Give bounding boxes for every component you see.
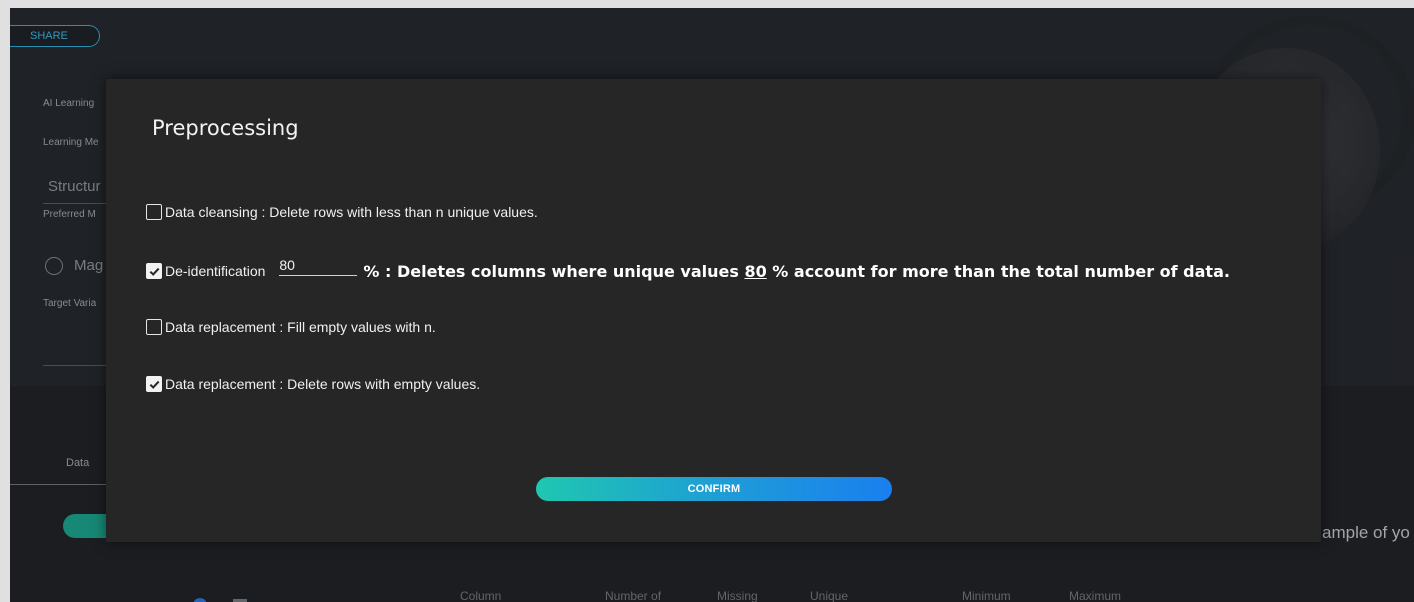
option-delete-empty-rows[interactable]: Data replacement : Delete rows with empt… — [146, 376, 480, 392]
checkbox-delete-empty-rows[interactable] — [146, 376, 162, 392]
check-icon — [149, 380, 159, 389]
option-de-identification: De-identification % : Deletes columns wh… — [146, 256, 1230, 281]
option-label: Data replacement : Delete rows with empt… — [165, 376, 481, 392]
checkbox-de-identification[interactable] — [146, 263, 162, 279]
de-identification-description: % : Deletes columns where unique values … — [363, 262, 1230, 281]
dialog-title: Preprocessing — [152, 116, 299, 140]
checkbox-data-cleansing[interactable] — [146, 204, 162, 220]
desc-prefix: % : Deletes columns where unique values — [363, 261, 745, 281]
preprocessing-dialog: Preprocessing Data cleansing : Delete ro… — [106, 79, 1321, 542]
option-label: De-identification — [165, 263, 266, 279]
desc-value: 80 — [744, 261, 767, 281]
confirm-button[interactable]: CONFIRM — [536, 477, 892, 501]
option-data-cleansing[interactable]: Data cleansing : Delete rows with less t… — [146, 204, 538, 220]
option-fill-empty[interactable]: Data replacement : Fill empty values wit… — [146, 319, 436, 335]
check-icon — [149, 267, 159, 276]
percent-input[interactable] — [279, 256, 358, 276]
desc-suffix: % account for more than the total number… — [766, 261, 1230, 281]
option-label: Data replacement : Fill empty values wit… — [165, 319, 436, 335]
checkbox-fill-empty[interactable] — [146, 319, 162, 335]
option-label: Data cleansing : Delete rows with less t… — [165, 204, 538, 220]
